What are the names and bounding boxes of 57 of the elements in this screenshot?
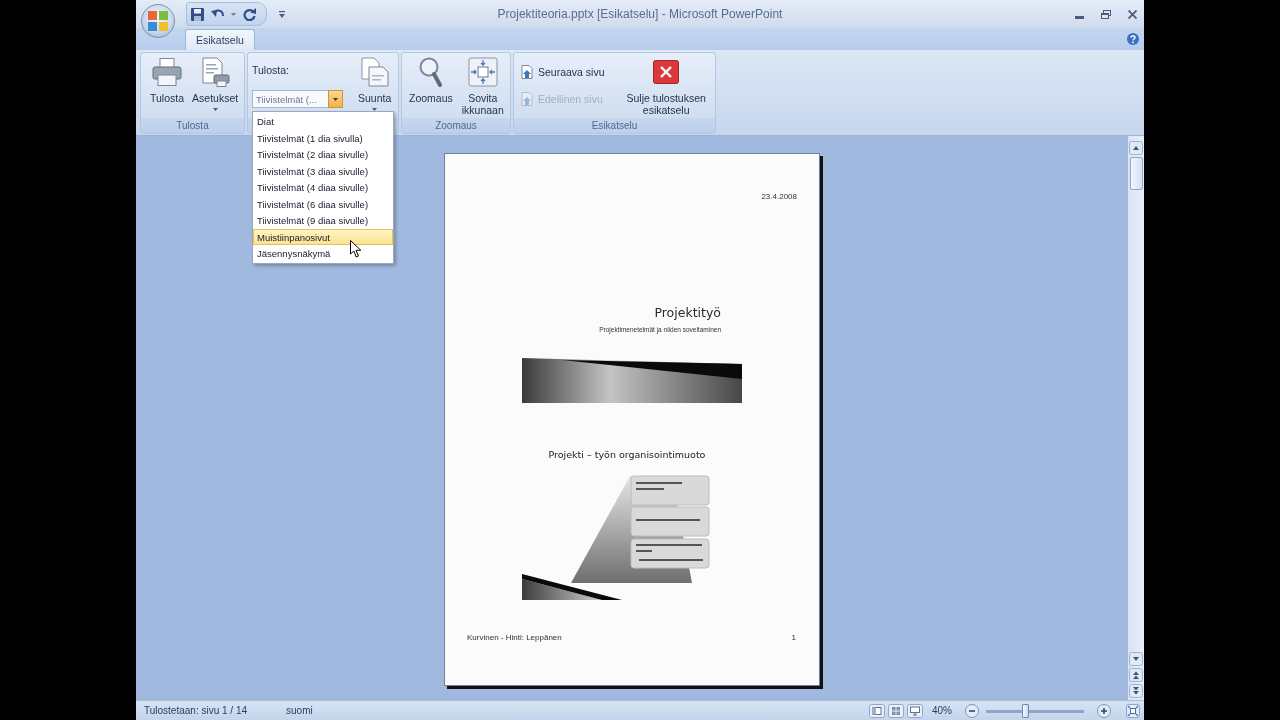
menu-item[interactable]: Tiivistelmät (3 diaa sivulle): [253, 162, 393, 179]
language-status[interactable]: suomi: [286, 705, 313, 716]
ribbon-button[interactable]: Asetukset: [189, 55, 242, 111]
print-what-field[interactable]: Tiivistelmät (...: [252, 90, 328, 108]
slide-title: Projekti – työn organisointimuoto: [547, 448, 707, 462]
group-label: Esikatselu: [591, 120, 638, 131]
menu-item[interactable]: Tiivistelmät (2 diaa sivulle): [253, 146, 393, 163]
close-icon: [653, 60, 680, 84]
page-date: 23.4.2008: [761, 192, 797, 202]
menu-item[interactable]: Diat: [253, 113, 393, 130]
ribbon-button[interactable]: Tulosta: [147, 55, 188, 104]
menu-item[interactable]: Tiivistelmät (1 dia sivulla): [253, 129, 393, 146]
group-label: Zoomaus: [435, 120, 477, 131]
page-printer-icon: [200, 57, 231, 87]
dropdown-button[interactable]: [328, 90, 343, 108]
page-number: 1: [791, 633, 796, 643]
window-title: Projektiteoria.pptx [Esikatselu] - Microsoft PowerPoint: [497, 7, 783, 21]
frame-arrows-icon: [467, 57, 498, 87]
layout-icon[interactable]: [869, 703, 885, 718]
grid-icon[interactable]: [888, 703, 904, 718]
menu-item[interactable]: Tiivistelmät (6 diaa sivulle): [253, 195, 393, 212]
magnifier-icon: [418, 57, 443, 87]
ribbon-button[interactable]: Sulje tulostuksen esikatselu: [619, 55, 713, 116]
screen-icon[interactable]: [907, 703, 923, 718]
ribbon-tab[interactable]: Esikatselu: [185, 29, 255, 50]
cursor-icon: [350, 240, 362, 258]
menu-item[interactable]: Tiivistelmät (4 diaa sivulle): [253, 179, 393, 196]
page-arrow-icon: [520, 65, 534, 79]
caret-icon[interactable]: [231, 12, 236, 16]
close-icon[interactable]: [1128, 9, 1137, 19]
ribbon-button[interactable]: Sovita ikkunaan: [457, 55, 508, 116]
plus-icon[interactable]: [1097, 703, 1111, 718]
zoom-percent[interactable]: 40%: [932, 705, 956, 716]
ribbon-button[interactable]: Suunta: [355, 55, 395, 111]
ribbon-button[interactable]: Zoomaus: [406, 55, 456, 104]
page-footer: Kurvinen - Hinti: Leppänen: [467, 633, 562, 643]
pages-icon: [360, 57, 389, 87]
menu-item[interactable]: Tiivistelmät (9 diaa sivulle): [253, 212, 393, 229]
fit-window-icon[interactable]: [1126, 703, 1140, 718]
caret-icon[interactable]: [279, 10, 285, 18]
group-label: Tulosta: [176, 120, 209, 131]
field-label: Tulosta:: [252, 64, 290, 76]
menu-item[interactable]: Jäsennysnäkymä: [253, 245, 393, 262]
restore-icon[interactable]: [1101, 9, 1111, 19]
squares-icon: [148, 11, 168, 31]
minus-icon[interactable]: [965, 703, 979, 718]
printer-icon: [152, 58, 182, 86]
help-icon[interactable]: [1127, 33, 1139, 45]
circular-arrow-icon[interactable]: [243, 7, 256, 21]
scrollbar-thumb[interactable]: [1129, 157, 1143, 190]
zoom-slider-thumb[interactable]: [1022, 703, 1030, 718]
caret-icon: [333, 97, 338, 101]
ribbon-button[interactable]: Seuraava sivu: [518, 63, 614, 81]
menu-item[interactable]: Muistiinpanosivut: [253, 228, 393, 245]
slide-title: Projektityö: [653, 305, 722, 321]
page-status: Tulostetaan: sivu 1 / 14: [144, 705, 248, 716]
page-arrow-icon: [520, 92, 534, 106]
